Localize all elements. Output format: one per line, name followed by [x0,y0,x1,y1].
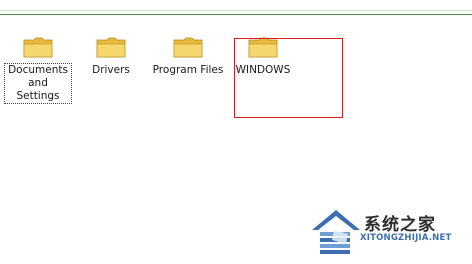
folder-program-files[interactable]: Program Files [150,36,226,77]
folder-icon [23,37,53,58]
watermark-title: 系统之家 [364,215,436,235]
toolbar-divider [0,10,472,11]
watermark: 系统之家 XITONGZHIJIA.NET [306,198,472,264]
folder-icon [173,37,203,58]
annotation-highlight-box [234,38,343,118]
folder-icon [96,37,126,58]
house-logo-icon [312,210,360,254]
window-top-border [0,0,472,15]
folder-documents-and-settings[interactable]: Documents and Settings [4,36,72,104]
folder-label: Documents and Settings [4,63,72,104]
watermark-url: XITONGZHIJIA.NET [360,233,452,243]
folder-drivers[interactable]: Drivers [81,36,141,77]
folder-label: Drivers [92,64,130,76]
folder-label: Program Files [152,64,224,76]
